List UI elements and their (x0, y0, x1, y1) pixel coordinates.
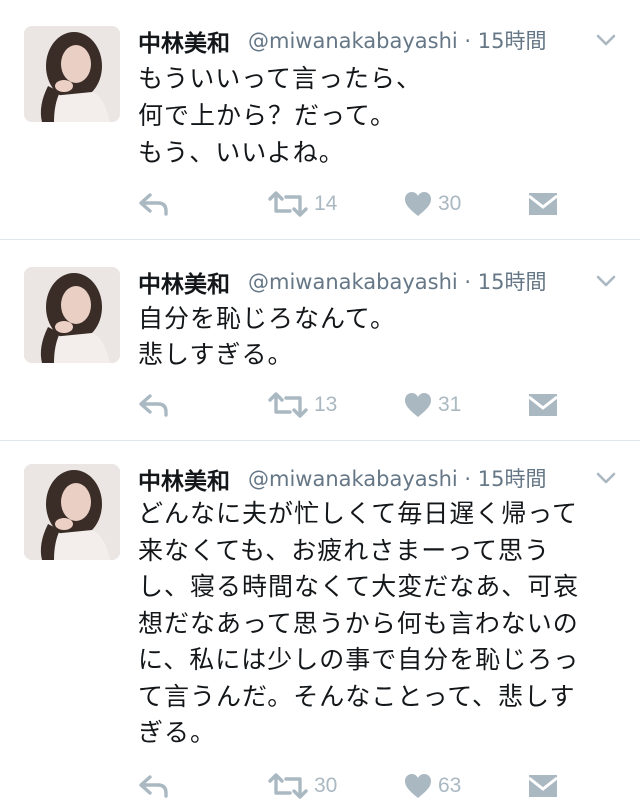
avatar[interactable] (24, 464, 120, 560)
retweet-icon (268, 773, 308, 799)
message-button[interactable] (528, 387, 558, 423)
message-button[interactable] (528, 186, 558, 222)
retweet-icon (268, 191, 308, 217)
like-count: 63 (438, 774, 462, 797)
heart-icon (404, 392, 432, 418)
chevron-down-icon[interactable] (594, 466, 618, 490)
message-button[interactable] (528, 768, 558, 804)
envelope-icon (528, 774, 558, 798)
tweet[interactable]: 中林美和 @miwanakabayashi · 15時間 どんなに夫が忙しくて毎… (0, 442, 640, 807)
reply-button[interactable] (138, 186, 170, 222)
tweet-header: 中林美和 @miwanakabayashi · 15時間 (138, 265, 618, 299)
like-button[interactable]: 63 (404, 768, 461, 804)
retweet-button[interactable]: 30 (268, 768, 337, 804)
tweet-actions: 13 31 (138, 387, 618, 423)
reply-icon (138, 191, 170, 217)
tweet[interactable]: 中林美和 @miwanakabayashi · 15時間 もういいって言ったら、… (0, 0, 640, 240)
tweet-actions: 14 30 (138, 186, 618, 222)
tweet[interactable]: 中林美和 @miwanakabayashi · 15時間 自分を恥じろなんて。 … (0, 241, 640, 441)
avatar[interactable] (24, 267, 120, 363)
tweet-text: 自分を恥じろなんて。 悲しすぎる。 (138, 304, 397, 369)
retweet-count: 30 (314, 774, 338, 797)
retweet-icon (268, 392, 308, 418)
tweet-text: どんなに夫が忙しくて毎日遅く帰って 来なくても、お疲れさまーって思う し、寝る時… (138, 499, 580, 747)
retweet-button[interactable]: 13 (268, 387, 337, 423)
like-count: 30 (438, 192, 462, 215)
chevron-down-icon[interactable] (594, 28, 618, 52)
tweet-header: 中林美和 @miwanakabayashi · 15時間 (138, 462, 618, 496)
display-name[interactable]: 中林美和 (138, 24, 230, 58)
tweet-header: 中林美和 @miwanakabayashi · 15時間 (138, 24, 618, 58)
reply-icon (138, 773, 170, 799)
chevron-down-icon[interactable] (594, 269, 618, 293)
tweet-feed: 中林美和 @miwanakabayashi · 15時間 もういいって言ったら、… (0, 0, 640, 807)
retweet-button[interactable]: 14 (268, 186, 337, 222)
retweet-count: 13 (314, 393, 338, 416)
reply-button[interactable] (138, 768, 170, 804)
tweet-actions: 30 63 (138, 768, 618, 804)
display-name[interactable]: 中林美和 (138, 462, 230, 496)
envelope-icon (528, 393, 558, 417)
reply-icon (138, 392, 170, 418)
heart-icon (404, 191, 432, 217)
handle-and-time[interactable]: @miwanakabayashi · 15時間 (248, 463, 547, 493)
reply-button[interactable] (138, 387, 170, 423)
handle-and-time[interactable]: @miwanakabayashi · 15時間 (248, 266, 547, 296)
retweet-count: 14 (314, 192, 338, 215)
tweet-text: もういいって言ったら、 何で上から？だって。 もう、いいよね。 (138, 64, 423, 167)
heart-icon (404, 773, 432, 799)
like-button[interactable]: 30 (404, 186, 461, 222)
handle-and-time[interactable]: @miwanakabayashi · 15時間 (248, 25, 547, 55)
avatar[interactable] (24, 26, 120, 122)
display-name[interactable]: 中林美和 (138, 265, 230, 299)
envelope-icon (528, 192, 558, 216)
like-count: 31 (438, 393, 462, 416)
like-button[interactable]: 31 (404, 387, 461, 423)
